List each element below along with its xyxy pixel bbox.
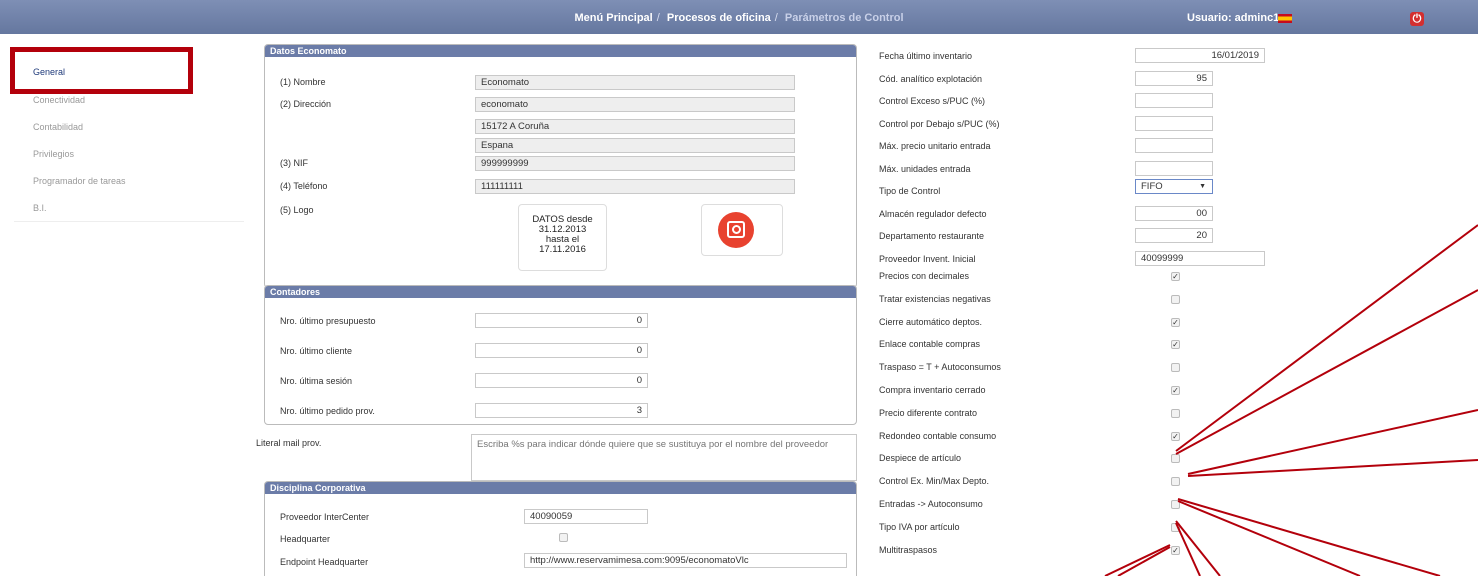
annotation-arrow (1187, 409, 1478, 475)
annotation-arrows (1104, 224, 1478, 576)
annotation-arrow (1175, 520, 1221, 576)
annotation-arrow (1175, 522, 1201, 576)
annotation-arrow (1104, 544, 1171, 576)
annotation-arrow (1175, 289, 1478, 455)
annotation-arrow (1117, 546, 1171, 576)
annotation-arrow (1177, 498, 1441, 576)
annotation-arrow (1177, 500, 1361, 576)
annotation-arrow (1175, 224, 1478, 452)
annotation-arrow (1187, 459, 1478, 477)
